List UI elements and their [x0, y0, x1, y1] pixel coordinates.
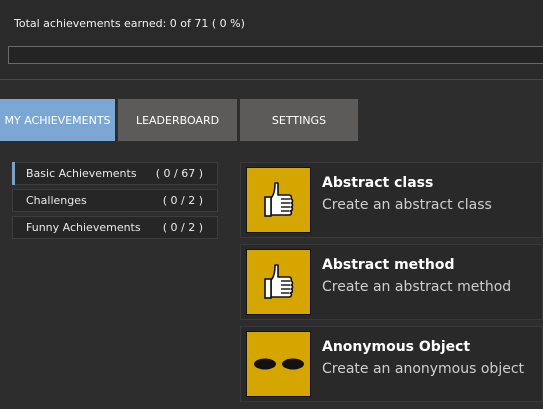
thumbs-up-icon: [246, 249, 311, 315]
achievement-title: Abstract class: [322, 175, 434, 191]
achievements-progress-bar: [8, 46, 543, 64]
category-count: ( 0 / 67 ): [155, 167, 203, 180]
achievement-title: Anonymous Object: [322, 339, 471, 355]
tab-leaderboard[interactable]: LEADERBOARD: [118, 99, 237, 141]
achievement-description: Create an anonymous object: [322, 361, 525, 377]
category-label: Basic Achievements: [26, 167, 137, 180]
achievement-description: Create an abstract method: [322, 279, 512, 295]
category-count: ( 0 / 2 ): [162, 221, 203, 234]
achievement-description: Create an abstract class: [322, 197, 492, 213]
category-basic-achievements[interactable]: Basic Achievements ( 0 / 67 ): [12, 162, 218, 185]
header: Total achievements earned: 0 of 71 ( 0 %…: [0, 0, 543, 80]
achievement-item[interactable]: Abstract class Create an abstract class: [240, 162, 543, 238]
category-count: ( 0 / 2 ): [162, 194, 203, 207]
category-funny-achievements[interactable]: Funny Achievements ( 0 / 2 ): [12, 216, 218, 239]
category-label: Challenges: [26, 194, 87, 207]
tab-settings[interactable]: SETTINGS: [240, 99, 358, 141]
category-challenges[interactable]: Challenges ( 0 / 2 ): [12, 189, 218, 212]
achievement-list: Abstract class Create an abstract class …: [240, 162, 543, 408]
achievement-item[interactable]: Anonymous Object Create an anonymous obj…: [240, 326, 543, 402]
achievements-summary: Total achievements earned: 0 of 71 ( 0 %…: [14, 17, 245, 30]
thumbs-up-icon: [246, 167, 311, 233]
category-label: Funny Achievements: [26, 221, 141, 234]
category-sidebar: Basic Achievements ( 0 / 67 ) Challenges…: [12, 162, 218, 243]
tab-bar: MY ACHIEVEMENTS LEADERBOARD SETTINGS: [0, 99, 543, 141]
eyes-icon: [246, 331, 311, 397]
achievement-item[interactable]: Abstract method Create an abstract metho…: [240, 244, 543, 320]
tab-my-achievements[interactable]: MY ACHIEVEMENTS: [0, 99, 115, 141]
achievement-title: Abstract method: [322, 257, 455, 273]
